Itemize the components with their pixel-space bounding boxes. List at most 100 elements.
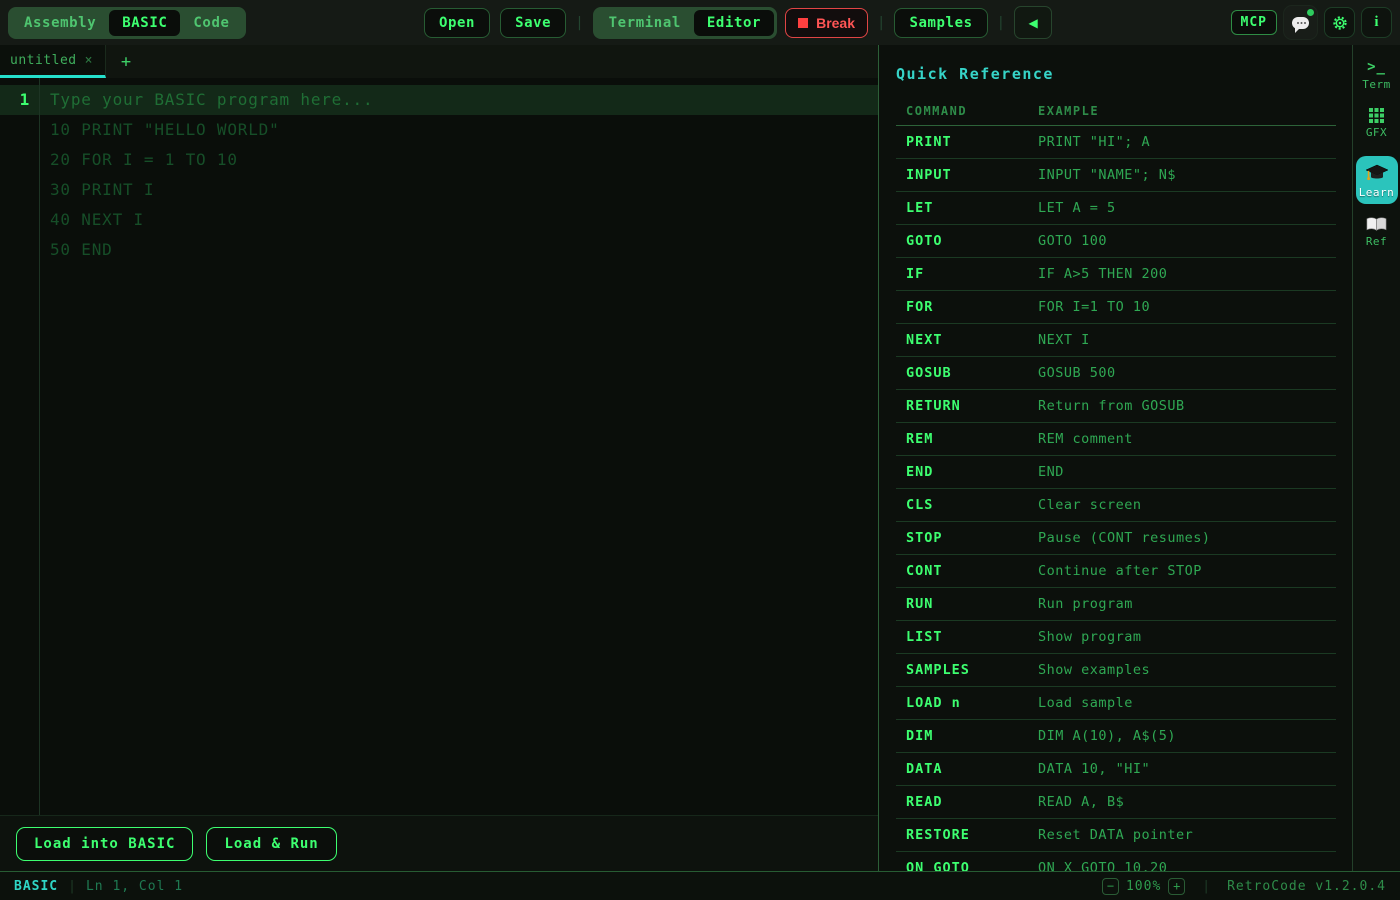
column-header-example: EXAMPLE xyxy=(1038,104,1099,118)
grid-icon xyxy=(1369,108,1384,123)
reference-command: LOAD n xyxy=(906,695,1038,712)
reference-example: Return from GOSUB xyxy=(1038,398,1185,415)
main-area: untitled × + 1 Type your BASIC program h… xyxy=(0,45,1400,871)
tool-item-term[interactable]: >_ Term xyxy=(1362,59,1391,91)
tab-bar: untitled × + xyxy=(0,45,878,78)
topbar-separator: | xyxy=(997,15,1005,31)
reference-example: GOSUB 500 xyxy=(1038,365,1116,382)
reference-command: DATA xyxy=(906,761,1038,778)
load-and-run-button[interactable]: Load & Run xyxy=(206,827,336,861)
reference-row: INPUT INPUT "NAME"; N$ xyxy=(896,159,1336,192)
reference-command: DIM xyxy=(906,728,1038,745)
reference-row: READ READ A, B$ xyxy=(896,786,1336,819)
code-editor[interactable]: 1 Type your BASIC program here... 10 PRI… xyxy=(0,78,878,815)
info-icon: i xyxy=(1374,14,1378,31)
reference-row: ON GOTO ON X GOTO 10,20 xyxy=(896,852,1336,871)
reference-row: END END xyxy=(896,456,1336,489)
status-separator: | xyxy=(68,879,76,894)
tool-label-ref: Ref xyxy=(1366,235,1387,248)
reference-row: DATA DATA 10, "HI" xyxy=(896,753,1336,786)
topbar-separator: | xyxy=(877,15,885,31)
open-button[interactable]: Open xyxy=(424,8,490,38)
editor-column: untitled × + 1 Type your BASIC program h… xyxy=(0,45,878,871)
lang-tab-assembly[interactable]: Assembly xyxy=(11,10,109,36)
tool-item-gfx[interactable]: GFX xyxy=(1366,108,1387,139)
reference-row: DIM DIM A(10), A$(5) xyxy=(896,720,1336,753)
reference-example: REM comment xyxy=(1038,431,1133,448)
language-switcher: Assembly BASIC Code xyxy=(8,7,246,39)
reference-example: Show program xyxy=(1038,629,1142,646)
reference-row: STOP Pause (CONT resumes) xyxy=(896,522,1336,555)
zoom-level: 100% xyxy=(1126,879,1161,894)
reference-command: RETURN xyxy=(906,398,1038,415)
reference-example: ON X GOTO 10,20 xyxy=(1038,860,1167,872)
lang-tab-basic[interactable]: BASIC xyxy=(109,10,180,36)
break-button-label: Break xyxy=(816,15,855,31)
mcp-button[interactable]: MCP xyxy=(1231,10,1277,35)
reference-row: PRINT PRINT "HI"; A xyxy=(896,126,1336,159)
reference-command: CLS xyxy=(906,497,1038,514)
reference-command: READ xyxy=(906,794,1038,811)
reference-command: STOP xyxy=(906,530,1038,547)
stop-square-icon xyxy=(798,18,808,28)
line-number: 1 xyxy=(0,85,30,115)
graduation-cap-icon xyxy=(1365,163,1389,183)
reference-command: RESTORE xyxy=(906,827,1038,844)
tool-item-learn[interactable]: Learn xyxy=(1356,156,1398,204)
reference-row: CONT Continue after STOP xyxy=(896,555,1336,588)
reference-command: FOR xyxy=(906,299,1038,316)
zoom-in-button[interactable]: + xyxy=(1168,878,1185,895)
reference-example: Reset DATA pointer xyxy=(1038,827,1193,844)
samples-button[interactable]: Samples xyxy=(894,8,987,38)
status-bar: BASIC | Ln 1, Col 1 − 100% + | RetroCode… xyxy=(0,871,1400,900)
tab-label: untitled xyxy=(10,53,77,68)
reference-command: GOSUB xyxy=(906,365,1038,382)
info-button[interactable]: i xyxy=(1361,7,1392,38)
tool-label-gfx: GFX xyxy=(1366,126,1387,139)
terminal-prompt-icon: >_ xyxy=(1367,59,1386,75)
chat-button[interactable] xyxy=(1283,5,1318,40)
notification-dot xyxy=(1307,9,1314,16)
editor-action-bar: Load into BASIC Load & Run xyxy=(0,815,878,871)
reference-example: DIM A(10), A$(5) xyxy=(1038,728,1176,745)
reference-command: END xyxy=(906,464,1038,481)
reference-example: Run program xyxy=(1038,596,1133,613)
topbar-right-cluster: MCP i xyxy=(1231,5,1392,40)
reference-command: INPUT xyxy=(906,167,1038,184)
tool-label-learn: Learn xyxy=(1359,186,1395,199)
tool-item-ref[interactable]: Ref xyxy=(1366,216,1387,248)
load-into-basic-button[interactable]: Load into BASIC xyxy=(16,827,193,861)
tab-untitled[interactable]: untitled × xyxy=(0,45,106,78)
editor-placeholder: Type your BASIC program here... xyxy=(50,85,878,115)
topbar-separator: | xyxy=(575,15,583,31)
new-tab-button[interactable]: + xyxy=(106,45,146,78)
open-book-icon xyxy=(1366,216,1387,232)
plus-icon: + xyxy=(121,52,131,72)
reference-example: Clear screen xyxy=(1038,497,1142,514)
reference-row: LET LET A = 5 xyxy=(896,192,1336,225)
editor-ghost-line: 40 NEXT I xyxy=(50,205,878,235)
view-tab-terminal[interactable]: Terminal xyxy=(596,10,694,36)
reference-table-header: COMMAND EXAMPLE xyxy=(896,92,1336,126)
collapse-panel-button[interactable]: ◀ xyxy=(1014,6,1052,39)
break-button[interactable]: Break xyxy=(785,8,868,38)
editor-ghost-line: 10 PRINT "HELLO WORLD" xyxy=(50,115,878,145)
quick-reference-panel[interactable]: Quick Reference COMMAND EXAMPLE PRINT PR… xyxy=(878,45,1352,871)
view-tab-editor[interactable]: Editor xyxy=(694,10,774,36)
cursor-position: Ln 1, Col 1 xyxy=(86,879,183,894)
reference-example: DATA 10, "HI" xyxy=(1038,761,1150,778)
reference-table: COMMAND EXAMPLE PRINT PRINT "HI"; A INPU… xyxy=(896,92,1336,871)
close-icon[interactable]: × xyxy=(85,53,93,68)
tool-label-term: Term xyxy=(1362,78,1391,91)
reference-row: LIST Show program xyxy=(896,621,1336,654)
reference-row: NEXT NEXT I xyxy=(896,324,1336,357)
reference-example: Continue after STOP xyxy=(1038,563,1202,580)
zoom-out-button[interactable]: − xyxy=(1102,878,1119,895)
settings-button[interactable] xyxy=(1324,7,1355,38)
lang-tab-code[interactable]: Code xyxy=(180,10,242,36)
reference-command: CONT xyxy=(906,563,1038,580)
reference-command: IF xyxy=(906,266,1038,283)
reference-example: Show examples xyxy=(1038,662,1150,679)
reference-row: GOSUB GOSUB 500 xyxy=(896,357,1336,390)
save-button[interactable]: Save xyxy=(500,8,566,38)
